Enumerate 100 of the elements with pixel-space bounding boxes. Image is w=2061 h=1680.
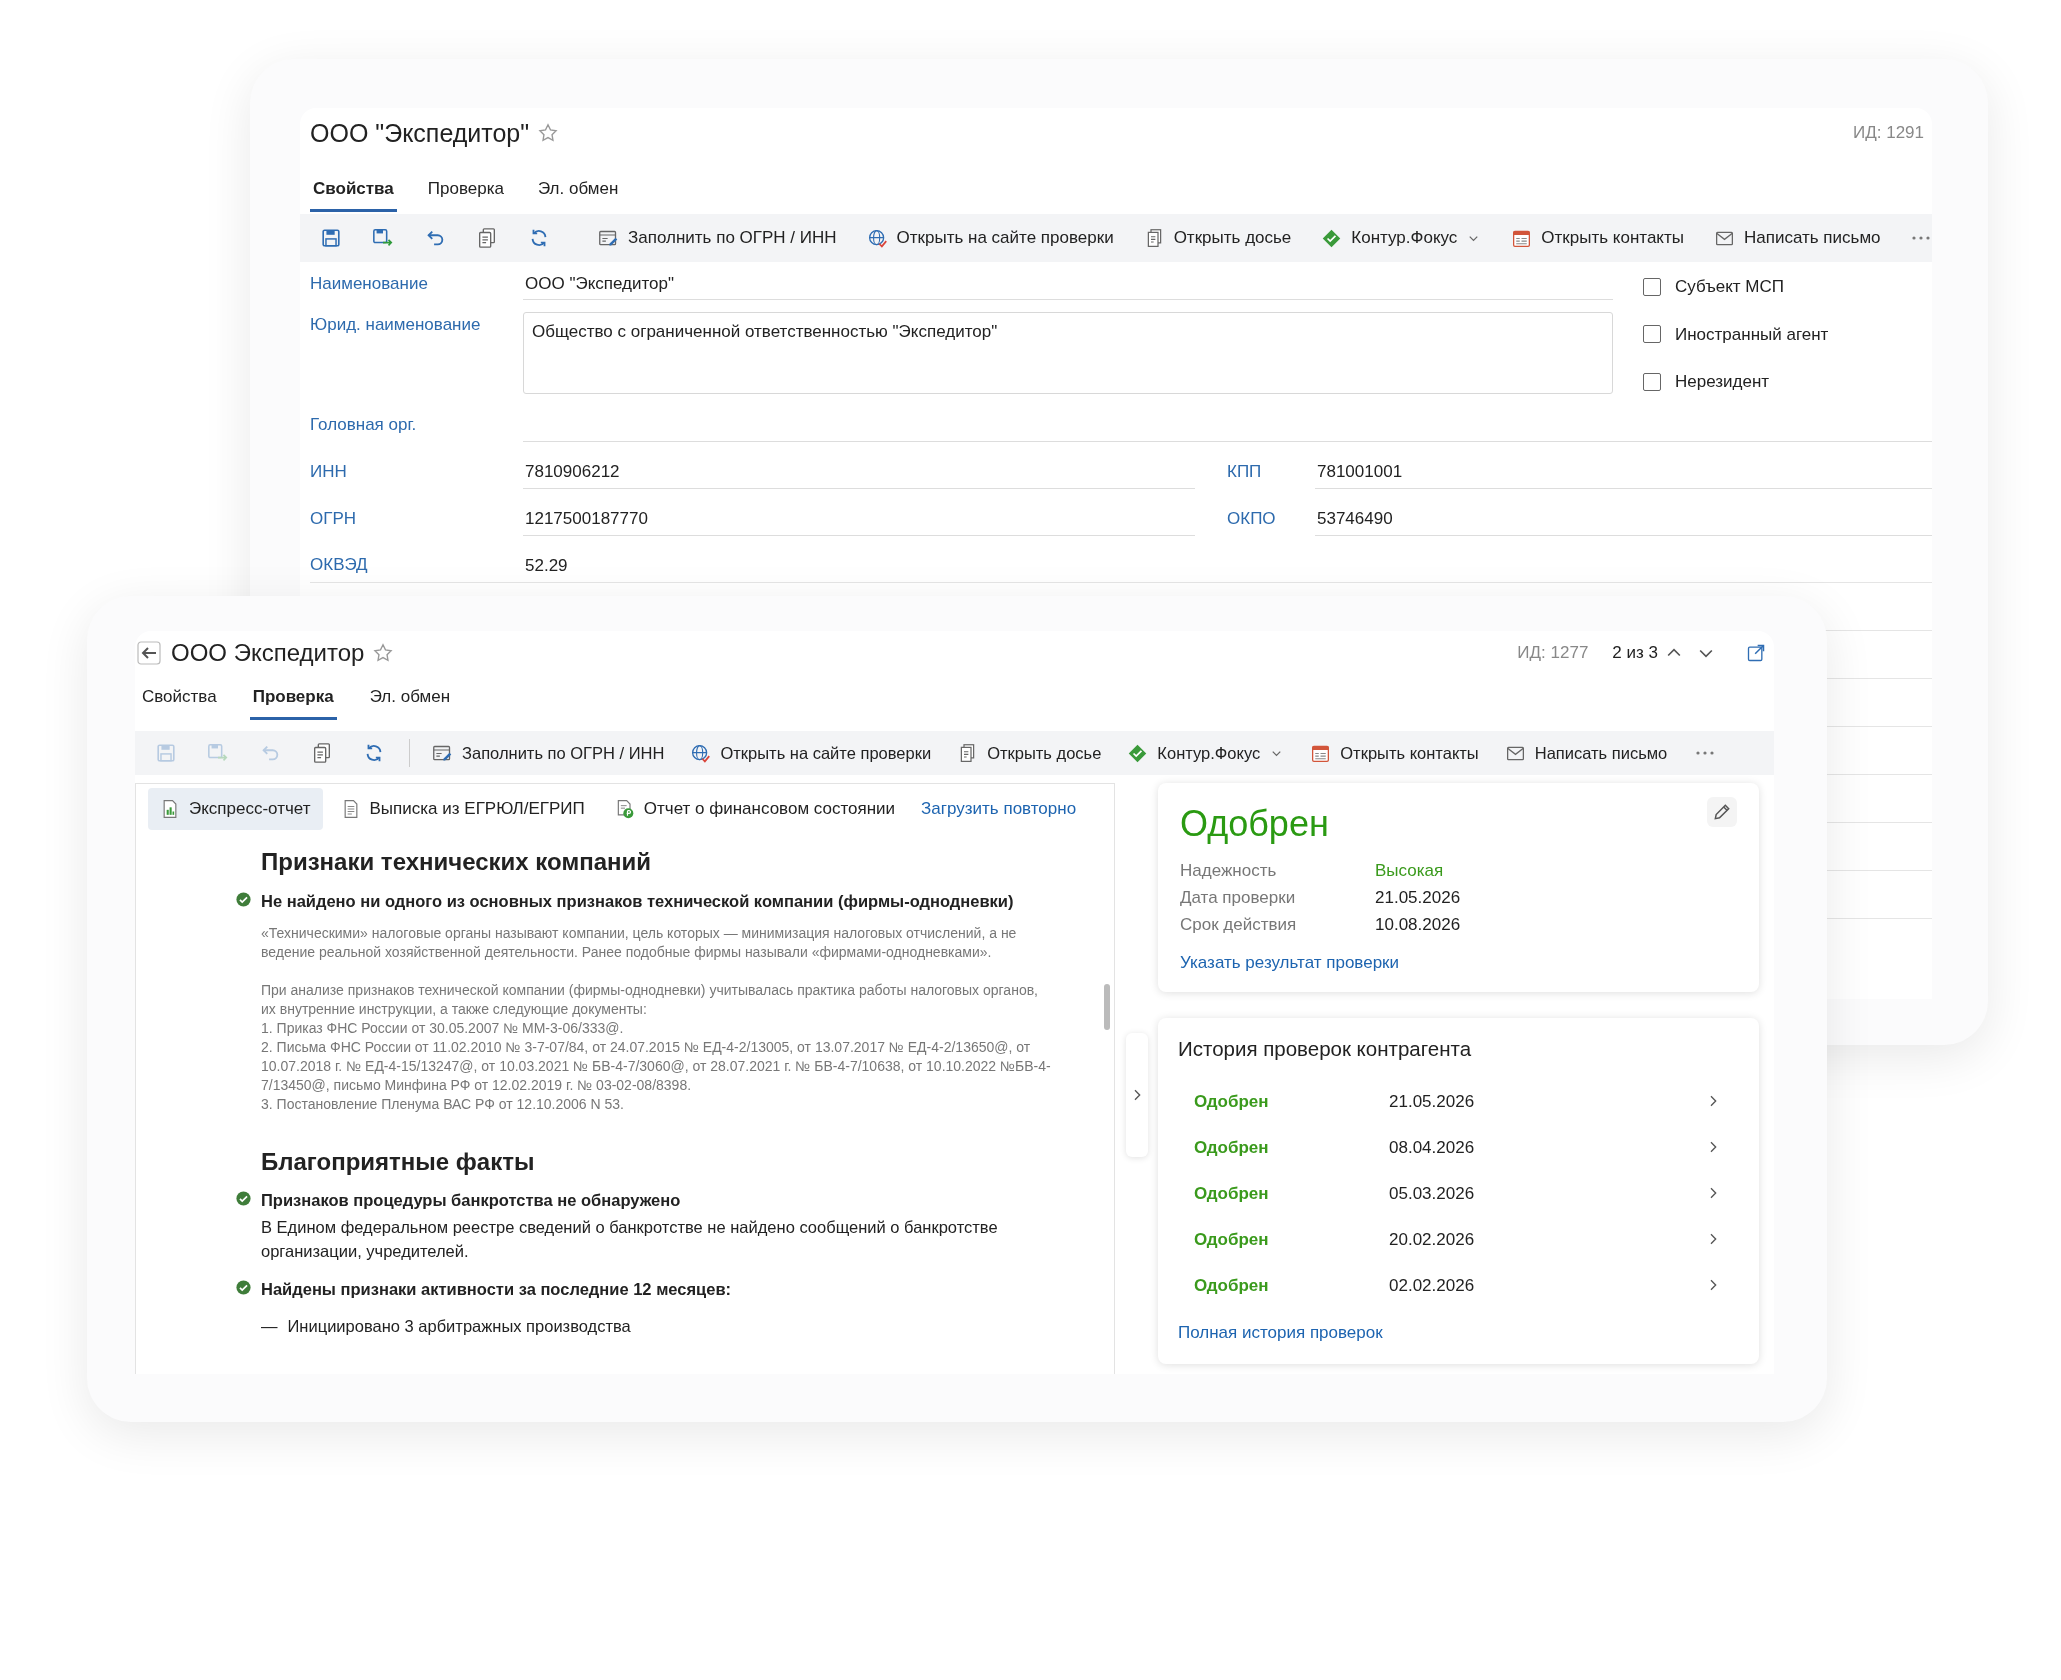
section-heading: Благоприятные факты (261, 1147, 536, 1177)
report-tab[interactable]: Отчет о финансовом состоянии (602, 788, 908, 830)
checkbox-label: Субъект МСП (1675, 276, 1784, 298)
scrollbar-thumb[interactable] (1104, 984, 1110, 1030)
tab[interactable]: Проверка (249, 683, 337, 720)
field-label: КПП (1227, 461, 1263, 483)
favorite-button[interactable] (372, 642, 395, 664)
window-title: ООО Экспедитор (171, 638, 365, 668)
check-circle-icon (235, 1279, 252, 1297)
diamond-icon (1321, 227, 1343, 249)
documents-icon (311, 742, 333, 764)
popout-icon (1746, 643, 1766, 663)
contacts-button[interactable]: Открыть контакты (1300, 736, 1489, 770)
checkbox-label: Нерезидент (1675, 371, 1770, 393)
history-link[interactable]: Полная история проверок (1178, 1320, 1383, 1346)
info-label: Срок действия (1180, 914, 1298, 936)
tab[interactable]: Проверка (424, 175, 507, 212)
status-text: Одобрен (1194, 1090, 1270, 1113)
note-text: 2. Письма ФНС России от 11.02.2010 № 3-7-07/84, от 24.07.2015 № ЕД-4-2/13005, от 13.07.2017 № ЕД-4-2/13650@, от 10.07.2018 г. № ЕД-4-15/13247@, от 10.03.2021 № БВ-4-7/3060@, от 28.07.2021 г. № БВ-4-7/10638, от 10.10.2022 №БВ-4-7/13450@, письмо Минфина РФ от 12.02.2019 г. № 03-02-08/8398. (261, 1037, 1052, 1095)
card-title: История проверок контрагента (1178, 1035, 1473, 1062)
favorite-button[interactable] (537, 122, 560, 144)
field-label: Юрид. наименование (310, 314, 482, 336)
status-text: Одобрен (1194, 1274, 1270, 1297)
status-text: Одобрен (1194, 1228, 1270, 1251)
back-icon (137, 641, 161, 665)
text-field[interactable]: 1217500187770 (523, 506, 1195, 536)
field-label: Наименование (310, 272, 429, 295)
note-text: При анализе признаков технической компании (фирмы-однодневки) учитывалась практика работы налоговых органов, их внутренние инструкции, а также следующие документы: (261, 980, 1039, 1019)
field-label: ОКВЭД (310, 554, 369, 576)
pencil-icon (1712, 802, 1732, 822)
save-icon (155, 742, 177, 764)
info-value: 10.08.2026 (1375, 914, 1461, 936)
reload-link[interactable]: Загрузить повторно (921, 796, 1077, 822)
result-link[interactable]: Указать результат проверки (1180, 950, 1400, 976)
dossier-button[interactable]: Открыть досье (947, 736, 1112, 770)
report-tab[interactable]: Выписка из ЕГРЮЛ/ЕГРИП (328, 788, 597, 830)
tab[interactable]: Свойства (139, 683, 220, 720)
date-text: 02.02.2026 (1389, 1274, 1476, 1297)
finding-title: Признаков процедуры банкротства не обнаружено (261, 1190, 682, 1212)
note-text: «Техническими» налоговые органы называют компании, цель которых — минимизация налоговых отчислений, а не ведение реальной хозяйственной деятельности. Ранее подобные фирмы называли «фирмами-однодневками». (261, 923, 1018, 962)
more-icon (1695, 751, 1716, 755)
id-label: ИД: 1277 (1517, 642, 1589, 665)
info-value: Высокая (1375, 860, 1444, 882)
info-label: Дата проверки (1180, 887, 1297, 909)
status-title: Одобрен (1180, 802, 1329, 846)
email-button[interactable]: Написать письмо (1702, 221, 1893, 255)
date-text: 05.03.2026 (1389, 1182, 1476, 1205)
legal-name-field[interactable]: Общество с ограниченной ответственностью "Экспедитор" (523, 312, 1613, 394)
diamond-icon (1127, 742, 1149, 764)
text-field[interactable]: 7810906212 (523, 459, 1195, 489)
edit-button[interactable] (1707, 797, 1737, 827)
status-text: Одобрен (1194, 1136, 1270, 1159)
id-label: ИД: 1291 (1853, 122, 1924, 145)
checkbox[interactable] (1643, 325, 1661, 344)
status-text: Одобрен (1194, 1182, 1270, 1205)
focus-button[interactable]: Контур.Фокус (1309, 221, 1494, 255)
bullet-text: Инициировано 3 арбитражных производства (287, 1315, 631, 1337)
open-site-button[interactable]: Открыть на сайте проверки (680, 736, 942, 770)
dash-marker: — (261, 1315, 278, 1337)
star-icon (372, 642, 395, 664)
email-button[interactable]: Написать письмо (1494, 736, 1678, 770)
record-counter: 2 из 3 (1612, 642, 1658, 665)
field-label: Головная орг. (310, 414, 418, 436)
check-circle-icon (235, 890, 252, 908)
check-circle-icon (235, 1190, 252, 1208)
contacts-button[interactable]: Открыть контакты (1499, 221, 1696, 255)
more-icon (1910, 236, 1931, 240)
documents-icon (476, 227, 498, 249)
text-field[interactable]: 781001001 (1315, 459, 1932, 489)
date-text: 20.02.2026 (1389, 1228, 1476, 1251)
window-title: ООО "Экспедитор" (310, 118, 530, 148)
checkbox[interactable] (1643, 372, 1661, 391)
fill-button[interactable]: Заполнить по ОГРН / ИНН (586, 221, 849, 255)
globe-icon (690, 742, 712, 764)
checkbox[interactable] (1643, 277, 1661, 296)
focus-button[interactable]: Контур.Фокус (1117, 736, 1295, 770)
finding-text: В Едином федеральном реестре сведений о банкротстве не найдено сообщений о банкротстве организации, учредителей. (261, 1217, 999, 1263)
date-text: 21.05.2026 (1389, 1090, 1476, 1113)
date-text: 08.04.2026 (1389, 1136, 1476, 1159)
name-field[interactable]: ООО "Экспедитор" (523, 270, 1613, 300)
text-field[interactable]: 52.29 (523, 553, 1932, 582)
section-heading: Признаки технических компаний (261, 848, 652, 877)
finding-title: Не найдено ни одного из основных признаков технической компании (фирмы-однодневки) (261, 890, 1015, 912)
finding-title: Найдены признаки активности за последние 12 месяцев: (261, 1279, 733, 1301)
checkbox-label: Иностранный агент (1675, 323, 1829, 346)
tab[interactable]: Эл. обмен (366, 683, 454, 720)
info-label: Надежность (1180, 860, 1278, 882)
open-site-button[interactable]: Открыть на сайте проверки (854, 221, 1126, 255)
field-label: ОКПО (1227, 508, 1277, 530)
tab[interactable]: Эл. обмен (534, 175, 622, 212)
report-tab[interactable]: Экспресс-отчет (148, 788, 323, 830)
note-text: 1. Приказ ФНС России от 30.05.2007 № ММ-3-06/333@. (261, 1018, 625, 1038)
note-text: 3. Постановление Пленума ВАС РФ от 12.10.2006 N 53. (261, 1094, 625, 1114)
popout-button[interactable] (1746, 643, 1766, 663)
dossier-button[interactable]: Открыть досье (1131, 221, 1304, 255)
save-icon (320, 227, 342, 249)
globe-icon (866, 227, 888, 249)
fill-button[interactable]: Заполнить по ОГРН / ИНН (422, 736, 675, 770)
text-field[interactable]: 53746490 (1315, 506, 1932, 536)
info-value: 21.05.2026 (1375, 887, 1461, 909)
